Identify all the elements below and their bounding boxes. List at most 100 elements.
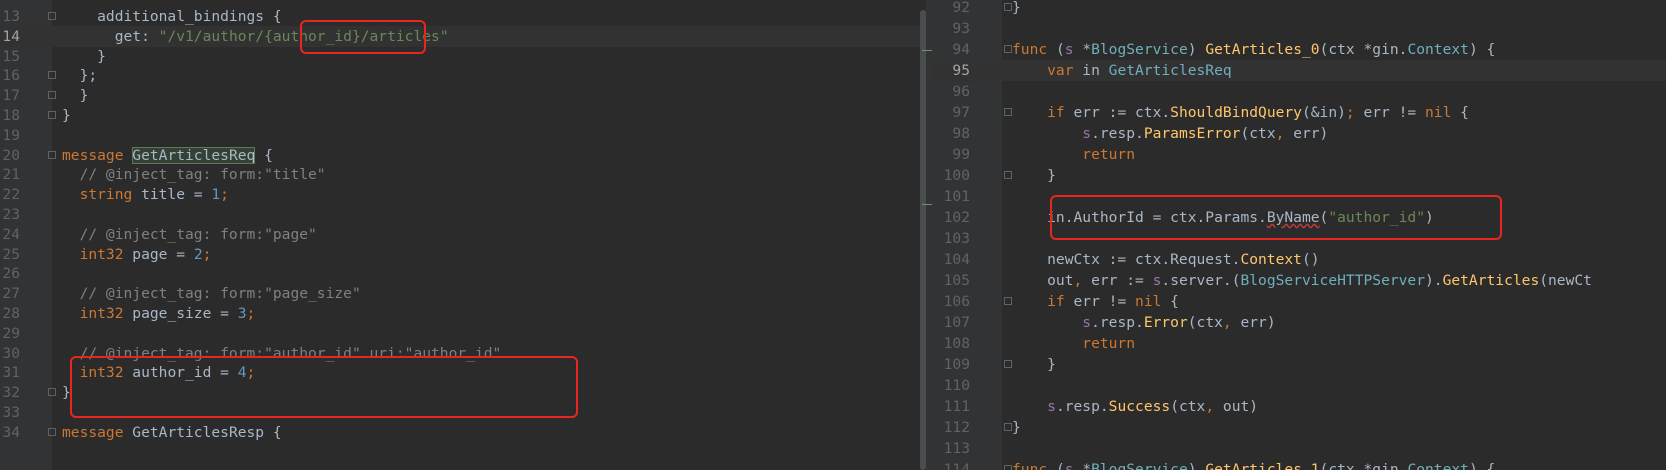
proto-editor-pane[interactable]: 13 additional_bindings {14 get: "/v1/aut…	[0, 0, 926, 470]
line-number[interactable]: 31	[0, 362, 20, 383]
code-line[interactable]: 101	[932, 186, 1666, 207]
code-line[interactable]: 96	[932, 81, 1666, 102]
fold-marker-icon[interactable]	[1004, 45, 1012, 53]
code-line[interactable]: 25 int32 page = 2;	[0, 244, 926, 265]
code-line[interactable]: 109 }	[932, 354, 1666, 375]
code-line[interactable]: 97 if err := ctx.ShouldBindQuery(&in); e…	[932, 102, 1666, 123]
line-number[interactable]: 98	[934, 123, 970, 144]
fold-marker-icon[interactable]	[1004, 3, 1012, 11]
line-number[interactable]: 34	[0, 422, 20, 443]
line-number[interactable]: 28	[0, 303, 20, 324]
code-line[interactable]: 107 s.resp.Error(ctx, err)	[932, 312, 1666, 333]
code-line[interactable]: 102 in.AuthorId = ctx.Params.ByName("aut…	[932, 207, 1666, 228]
line-number[interactable]: 27	[0, 283, 20, 304]
line-number[interactable]: 30	[0, 343, 20, 364]
code-line[interactable]: 16 };	[0, 65, 926, 86]
code-line[interactable]: 99 return	[932, 144, 1666, 165]
code-line[interactable]: 27 // @inject_tag: form:"page_size"	[0, 283, 926, 304]
line-number[interactable]: 110	[934, 375, 970, 396]
code-line[interactable]: 105 out, err := s.server.(BlogServiceHTT…	[932, 270, 1666, 291]
code-line[interactable]: 113	[932, 438, 1666, 459]
code-line[interactable]: 104 newCtx := ctx.Request.Context()	[932, 249, 1666, 270]
code-line[interactable]: 33	[0, 402, 926, 423]
line-number[interactable]: 99	[934, 144, 970, 165]
line-number[interactable]: 14	[0, 26, 20, 47]
code-line[interactable]: 22 string title = 1;	[0, 184, 926, 205]
line-number[interactable]: 103	[934, 228, 970, 249]
line-number[interactable]: 112	[934, 417, 970, 438]
line-number[interactable]: 21	[0, 164, 20, 185]
go-editor-pane[interactable]: 92} 93 94 func (s *BlogService) GetArticles…	[932, 0, 1666, 470]
code-line[interactable]: 94 func (s *BlogService) GetArticles_0(ct…	[932, 39, 1666, 60]
line-number[interactable]: 16	[0, 65, 20, 86]
line-number[interactable]: 33	[0, 402, 20, 423]
line-number[interactable]: 109	[934, 354, 970, 375]
code-line[interactable]: 103	[932, 228, 1666, 249]
line-number[interactable]: 96	[934, 81, 970, 102]
code-line[interactable]: 14 get: "/v1/author/{author_id}/articles…	[0, 25, 926, 47]
fold-marker-icon[interactable]	[48, 71, 56, 80]
fold-marker-icon[interactable]	[1004, 297, 1012, 305]
line-number[interactable]: 108	[934, 333, 970, 354]
line-number[interactable]: 111	[934, 396, 970, 417]
line-number[interactable]: 15	[0, 46, 20, 67]
code-line[interactable]: 114 func (s *BlogService) GetArticles_1(c…	[932, 459, 1666, 470]
line-number[interactable]: 17	[0, 85, 20, 106]
line-number[interactable]: 92	[934, 0, 970, 18]
line-number[interactable]: 23	[0, 204, 20, 225]
code-line[interactable]: 17 }	[0, 85, 926, 106]
fold-marker-icon[interactable]	[48, 150, 56, 159]
line-number[interactable]: 13	[0, 6, 20, 27]
fold-marker-icon[interactable]	[1004, 465, 1012, 470]
code-line[interactable]: 111 s.resp.Success(ctx, out)	[932, 396, 1666, 417]
code-line[interactable]: 13 additional_bindings {	[0, 6, 926, 27]
code-line[interactable]: 29	[0, 323, 926, 344]
code-line[interactable]: 19	[0, 125, 926, 146]
code-line[interactable]: 108 return	[932, 333, 1666, 354]
code-line[interactable]: 98 s.resp.ParamsError(ctx, err)	[932, 123, 1666, 144]
code-line[interactable]: 24 // @inject_tag: form:"page"	[0, 224, 926, 245]
code-line[interactable]: 21 // @inject_tag: form:"title"	[0, 164, 926, 185]
line-number[interactable]: 32	[0, 382, 20, 403]
line-number[interactable]: 24	[0, 224, 20, 245]
code-line[interactable]: 112}	[932, 417, 1666, 438]
fold-marker-icon[interactable]	[1004, 171, 1012, 179]
code-line[interactable]: 110	[932, 375, 1666, 396]
code-line[interactable]: 23	[0, 204, 926, 225]
code-line[interactable]: 32}	[0, 382, 926, 403]
code-line[interactable]: 95 var in GetArticlesReq	[932, 60, 1666, 81]
line-number[interactable]: 113	[934, 438, 970, 459]
line-number[interactable]: 107	[934, 312, 970, 333]
line-number[interactable]: 101	[934, 186, 970, 207]
code-line[interactable]: 30 // @inject_tag: form:"author_id" uri:…	[0, 343, 926, 364]
code-line[interactable]: 34 message GetArticlesResp {	[0, 422, 926, 443]
fold-marker-icon[interactable]	[48, 12, 56, 20]
code-line[interactable]: 26	[0, 263, 926, 284]
line-number[interactable]: 93	[934, 18, 970, 39]
line-number[interactable]: 97	[934, 102, 970, 123]
code-line[interactable]: 31 int32 author_id = 4;	[0, 362, 926, 383]
line-number[interactable]: 26	[0, 263, 20, 284]
fold-marker-icon[interactable]	[1004, 423, 1012, 431]
fold-marker-icon[interactable]	[1004, 360, 1012, 368]
line-number[interactable]: 22	[0, 184, 20, 205]
code-line[interactable]: 92}	[932, 0, 1666, 18]
line-number[interactable]: 94	[934, 39, 970, 60]
line-number[interactable]: 95	[934, 60, 970, 81]
line-number[interactable]: 102	[934, 207, 970, 228]
line-number[interactable]: 20	[0, 145, 20, 166]
code-line[interactable]: 20 message GetArticlesReq {	[0, 145, 926, 166]
line-number[interactable]: 105	[934, 270, 970, 291]
line-number[interactable]: 18	[0, 105, 20, 126]
line-number[interactable]: 106	[934, 291, 970, 312]
line-number[interactable]: 100	[934, 165, 970, 186]
code-line[interactable]: 93	[932, 18, 1666, 39]
code-line[interactable]: 106 if err != nil {	[932, 291, 1666, 312]
code-line[interactable]: 18}	[0, 105, 926, 126]
fold-marker-icon[interactable]	[48, 111, 56, 119]
line-number[interactable]: 19	[0, 125, 20, 146]
line-number[interactable]: 104	[934, 249, 970, 270]
fold-marker-icon[interactable]	[48, 427, 56, 436]
line-number[interactable]: 114	[934, 459, 970, 470]
code-line[interactable]: 15 }	[0, 46, 926, 67]
